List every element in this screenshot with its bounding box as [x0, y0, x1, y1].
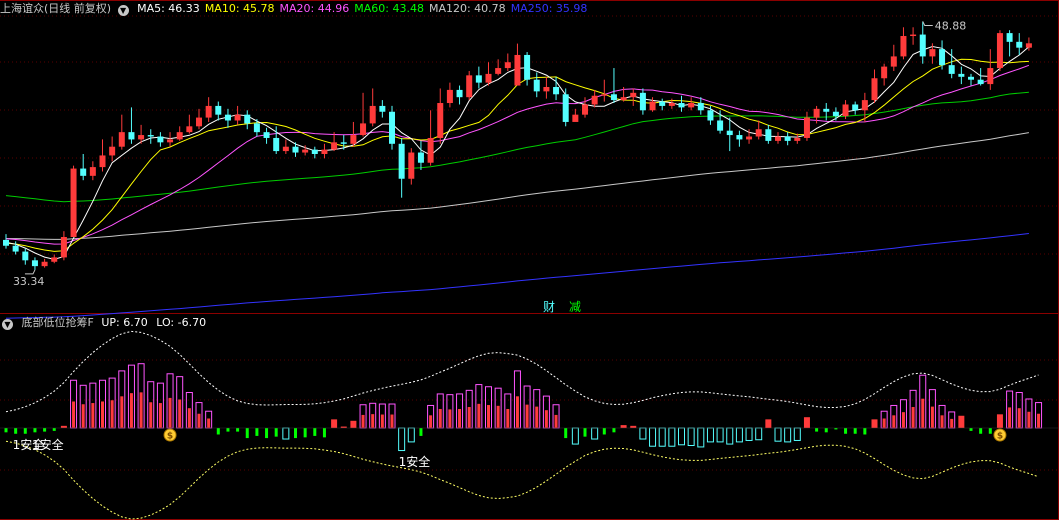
signal-label: 1安全: [32, 437, 64, 452]
oscillator-bar: [303, 428, 307, 438]
oscillator-bar: [265, 428, 269, 439]
low-price-label: 33.34: [13, 275, 45, 288]
oscillator-bar: [43, 428, 47, 432]
oscillator-bar: [350, 420, 357, 428]
chevron-down-icon[interactable]: ▼: [117, 5, 129, 16]
oscillator-bar: [331, 419, 338, 428]
oscillator-bar: [630, 425, 637, 428]
oscillator-bar: [322, 428, 326, 438]
oscillator-bar: [620, 425, 627, 428]
oscillator-bar: [853, 428, 857, 434]
oscillator-bar: [871, 419, 878, 428]
oscillator-bar: [236, 428, 240, 432]
candle: [466, 70, 473, 101]
oscillator-bar: [23, 428, 27, 434]
oscillator-bar: [844, 428, 848, 434]
oscillator-bar: [4, 428, 8, 433]
oscillator-bar: [863, 428, 867, 435]
ma-legend: MA5: 46.33 MA10: 45.78 MA20: 44.96 MA60: 43…: [137, 2, 592, 15]
candle: [996, 30, 1003, 71]
oscillator-bar: [255, 428, 259, 436]
oscillator-bar: [245, 428, 249, 439]
oscillator-bar: [14, 428, 18, 434]
money-bag-icon: $: [163, 428, 177, 442]
oscillator-bar: [958, 415, 965, 428]
oscillator-bar: [969, 428, 973, 431]
oscillator-bar: [988, 428, 992, 434]
oscillator-bar: [274, 428, 278, 437]
chevron-down-icon[interactable]: ▼: [2, 319, 13, 330]
signal-label: 1安全: [399, 454, 431, 469]
oscillator-bar: [313, 428, 317, 436]
oscillator-bar: [226, 428, 230, 432]
ma-legend-item: MA20: 44.96: [279, 2, 350, 15]
oscillator-bar: [824, 428, 828, 433]
oscillator-bar: [803, 417, 810, 428]
indicator-lo-value: LO: -6.70: [156, 316, 207, 329]
oscillator-bar: [612, 428, 616, 433]
ma-legend-item: MA120: 40.78: [428, 2, 506, 15]
candle: [389, 105, 395, 150]
oscillator-bar: [996, 414, 1003, 428]
oscillator-bar: [602, 428, 606, 435]
svg-text:$: $: [167, 432, 173, 442]
candle: [70, 165, 77, 238]
indicator-header: ▼ 底部低位抢筹F UP: 6.70 LO: -6.70: [0, 314, 211, 332]
fin-marker[interactable]: 财: [543, 300, 555, 314]
ma-legend-item: MA10: 45.78: [204, 2, 275, 15]
oscillator-bar: [52, 428, 56, 431]
ma-legend-item: MA60: 43.48: [354, 2, 424, 15]
oscillator-bar: [60, 425, 67, 428]
oscillator-bar: [979, 428, 983, 434]
oscillator-bar: [419, 428, 423, 436]
indicator-up-value: UP: 6.70: [101, 316, 148, 329]
oscillator-bar: [583, 428, 587, 437]
oscillator-bar: [294, 428, 297, 439]
main-chart-header: 上海谊众(日线 前复权) ▼ MA5: 46.33 MA10: 45.78 MA20…: [0, 0, 592, 18]
chart-title: 上海谊众(日线 前复权): [0, 2, 112, 15]
fin-marker[interactable]: 减: [569, 300, 581, 314]
ma-legend-item: MA250: 35.98: [510, 2, 588, 15]
indicator-title: 底部低位抢筹F: [21, 316, 94, 329]
oscillator-bar: [33, 428, 37, 433]
oscillator-bar: [815, 428, 819, 432]
high-price-label: 48.88: [935, 19, 967, 32]
oscillator-bar: [765, 419, 772, 428]
oscillator-bar: [564, 428, 568, 439]
kline-chart[interactable]: 48.8833.34 财减 1安全1安全1安全$ $: [0, 0, 1059, 520]
svg-text:$: $: [997, 432, 1003, 442]
ma-legend-item: MA5: 46.33: [137, 2, 200, 15]
money-bag-icon: $: [993, 428, 1007, 442]
oscillator-bar: [216, 428, 220, 435]
